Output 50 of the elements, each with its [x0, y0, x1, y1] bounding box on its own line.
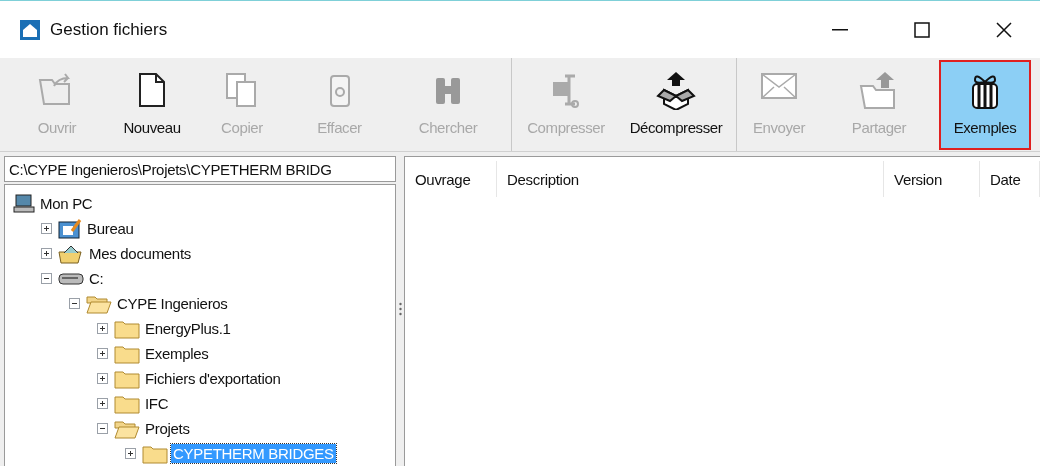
- tree-item[interactable]: Exemples: [143, 344, 211, 363]
- toolbar-button[interactable]: Exemples: [939, 60, 1031, 150]
- tree-item[interactable]: C:: [87, 269, 106, 288]
- folder-house-icon: [58, 243, 84, 264]
- maximize-icon[interactable]: [914, 21, 930, 38]
- envelope-icon: [760, 72, 798, 100]
- expand-button[interactable]: [97, 373, 108, 384]
- column-header[interactable]: Description: [497, 161, 884, 197]
- expand-button[interactable]: [97, 398, 108, 409]
- computer-icon: [13, 193, 35, 214]
- tree-item[interactable]: Mes documents: [87, 244, 193, 263]
- collapse-button[interactable]: [41, 273, 52, 284]
- folder-icon: [114, 368, 140, 389]
- toolbar-button[interactable]: Nouveau: [112, 60, 192, 150]
- tree-item[interactable]: Projets: [143, 419, 192, 438]
- folder-icon: [142, 443, 168, 464]
- open-folder-icon: [114, 418, 140, 439]
- blank-page-icon: [137, 72, 167, 108]
- gift-icon: [970, 72, 1000, 110]
- path-field[interactable]: C:\CYPE Ingenieros\Projets\CYPETHERM BRIDG: [4, 156, 396, 182]
- expand-button[interactable]: [97, 348, 108, 359]
- collapse-button[interactable]: [97, 423, 108, 434]
- tree-item[interactable]: Fichiers d'exportation: [143, 369, 283, 388]
- drive-icon: [58, 271, 84, 286]
- minimize-icon[interactable]: [832, 28, 848, 31]
- collapse-button[interactable]: [69, 298, 80, 309]
- tree-item[interactable]: IFC: [143, 394, 171, 413]
- column-header[interactable]: Date: [980, 161, 1040, 197]
- column-header[interactable]: Ouvrage: [405, 161, 497, 197]
- window-title: Gestion fichiers: [50, 19, 169, 40]
- tree-item[interactable]: Mon PC: [38, 194, 95, 213]
- column-header[interactable]: Version: [884, 161, 980, 197]
- tree-item[interactable]: CYPE Ingenieros: [115, 294, 230, 313]
- folder-icon: [114, 318, 140, 339]
- tree-item[interactable]: EnergyPlus.1: [143, 319, 233, 338]
- app-icon: [20, 19, 40, 40]
- folder-icon: [114, 393, 140, 414]
- close-icon[interactable]: [996, 21, 1012, 38]
- desktop-icon: [58, 218, 82, 239]
- folder-icon: [114, 343, 140, 364]
- expand-button[interactable]: [41, 223, 52, 234]
- expand-button[interactable]: [41, 248, 52, 259]
- toolbar-button[interactable]: Décompresser: [618, 60, 734, 150]
- expand-button[interactable]: [125, 448, 136, 459]
- tree-item[interactable]: Bureau: [85, 219, 136, 238]
- copy-pages-icon: [225, 72, 259, 108]
- open-box-icon: [656, 72, 696, 110]
- splitter-grip-icon[interactable]: [398, 302, 402, 316]
- open-folder-icon: [86, 293, 112, 314]
- expand-button[interactable]: [97, 323, 108, 334]
